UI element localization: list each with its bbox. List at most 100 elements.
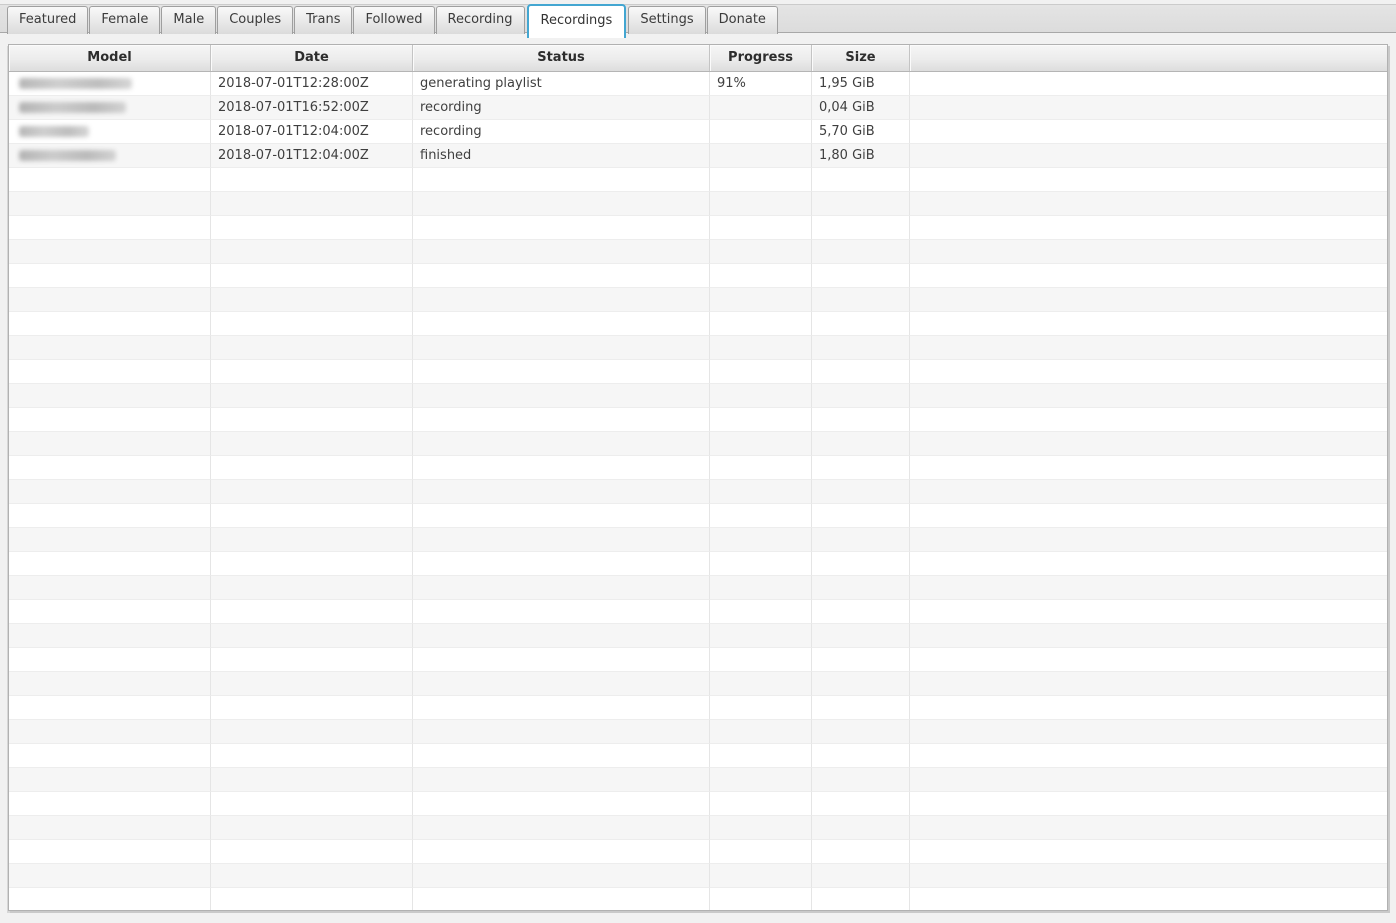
- cell-size: [812, 720, 910, 744]
- cell-extra: [910, 840, 1387, 864]
- cell-progress: [710, 696, 812, 720]
- tab-recording[interactable]: Recording: [436, 6, 525, 34]
- cell-size: [812, 456, 910, 480]
- cell-model: [9, 144, 211, 168]
- cell-extra: [910, 240, 1387, 264]
- cell-size: [812, 816, 910, 840]
- cell-model: [9, 264, 211, 288]
- cell-date: [211, 552, 413, 576]
- tab-donate[interactable]: Donate: [707, 6, 778, 34]
- column-header-model[interactable]: Model: [9, 45, 211, 71]
- cell-size: [812, 576, 910, 600]
- cell-model: [9, 816, 211, 840]
- cell-extra: [910, 744, 1387, 768]
- tab-featured[interactable]: Featured: [7, 6, 88, 34]
- cell-model: [9, 72, 211, 96]
- table-row-empty: [9, 384, 1387, 408]
- cell-progress: [710, 600, 812, 624]
- cell-extra: [910, 72, 1387, 96]
- tab-followed[interactable]: Followed: [353, 6, 434, 34]
- tab-female[interactable]: Female: [89, 6, 160, 34]
- cell-status: [413, 552, 710, 576]
- cell-progress: [710, 432, 812, 456]
- table-row-empty: [9, 216, 1387, 240]
- cell-extra: [910, 696, 1387, 720]
- tab-settings[interactable]: Settings: [628, 6, 705, 34]
- cell-model: [9, 576, 211, 600]
- cell-status: [413, 216, 710, 240]
- tab-couples[interactable]: Couples: [217, 6, 293, 34]
- cell-model: [9, 288, 211, 312]
- cell-date: [211, 888, 413, 911]
- cell-size: [812, 696, 910, 720]
- cell-model: [9, 408, 211, 432]
- column-header-status[interactable]: Status: [413, 45, 710, 71]
- table-row-empty: [9, 336, 1387, 360]
- table-row[interactable]: 2018-07-01T16:52:00Zrecording0,04 GiB: [9, 96, 1387, 120]
- column-header-progress[interactable]: Progress: [710, 45, 812, 71]
- cell-status: [413, 288, 710, 312]
- cell-model: [9, 216, 211, 240]
- cell-date: 2018-07-01T12:04:00Z: [211, 120, 413, 144]
- cell-extra: [910, 816, 1387, 840]
- table-row-empty: [9, 528, 1387, 552]
- cell-status: [413, 672, 710, 696]
- tab-trans[interactable]: Trans: [294, 6, 352, 34]
- cell-status: [413, 312, 710, 336]
- cell-progress: [710, 240, 812, 264]
- cell-size: [812, 768, 910, 792]
- cell-status: [413, 408, 710, 432]
- cell-size: [812, 168, 910, 192]
- cell-size: [812, 888, 910, 911]
- cell-progress: [710, 624, 812, 648]
- cell-size: [812, 552, 910, 576]
- cell-model: [9, 312, 211, 336]
- tab-male[interactable]: Male: [161, 6, 216, 34]
- column-header-extra: [910, 45, 1387, 71]
- cell-model: [9, 888, 211, 911]
- table-row[interactable]: 2018-07-01T12:28:00Zgenerating playlist9…: [9, 72, 1387, 96]
- cell-status: [413, 504, 710, 528]
- recordings-table: Model Date Status Progress Size 2018-07-…: [8, 44, 1388, 911]
- cell-model: [9, 624, 211, 648]
- table-row[interactable]: 2018-07-01T12:04:00Zrecording5,70 GiB: [9, 120, 1387, 144]
- cell-size: [812, 744, 910, 768]
- table-row-empty: [9, 408, 1387, 432]
- table-header: Model Date Status Progress Size: [9, 45, 1387, 72]
- cell-date: [211, 840, 413, 864]
- cell-date: [211, 816, 413, 840]
- cell-progress: [710, 816, 812, 840]
- cell-date: [211, 360, 413, 384]
- cell-status: [413, 768, 710, 792]
- cell-extra: [910, 576, 1387, 600]
- cell-status: [413, 744, 710, 768]
- table-row[interactable]: 2018-07-01T12:04:00Zfinished1,80 GiB: [9, 144, 1387, 168]
- cell-status: [413, 264, 710, 288]
- cell-extra: [910, 192, 1387, 216]
- cell-progress: [710, 120, 812, 144]
- cell-model: [9, 168, 211, 192]
- cell-progress: [710, 864, 812, 888]
- table-row-empty: [9, 240, 1387, 264]
- cell-status: [413, 816, 710, 840]
- cell-date: [211, 288, 413, 312]
- cell-model: [9, 336, 211, 360]
- cell-progress: [710, 408, 812, 432]
- cell-extra: [910, 456, 1387, 480]
- cell-extra: [910, 144, 1387, 168]
- cell-progress: [710, 720, 812, 744]
- table-row-empty: [9, 720, 1387, 744]
- cell-extra: [910, 216, 1387, 240]
- table-row-empty: [9, 888, 1387, 911]
- cell-model: [9, 456, 211, 480]
- cell-status: [413, 720, 710, 744]
- column-header-date[interactable]: Date: [211, 45, 413, 71]
- cell-progress: [710, 792, 812, 816]
- column-header-size[interactable]: Size: [812, 45, 910, 71]
- cell-progress: [710, 768, 812, 792]
- table-row-empty: [9, 576, 1387, 600]
- cell-model: [9, 96, 211, 120]
- table-row-empty: [9, 456, 1387, 480]
- cell-status: [413, 624, 710, 648]
- tab-recordings[interactable]: Recordings: [527, 4, 627, 38]
